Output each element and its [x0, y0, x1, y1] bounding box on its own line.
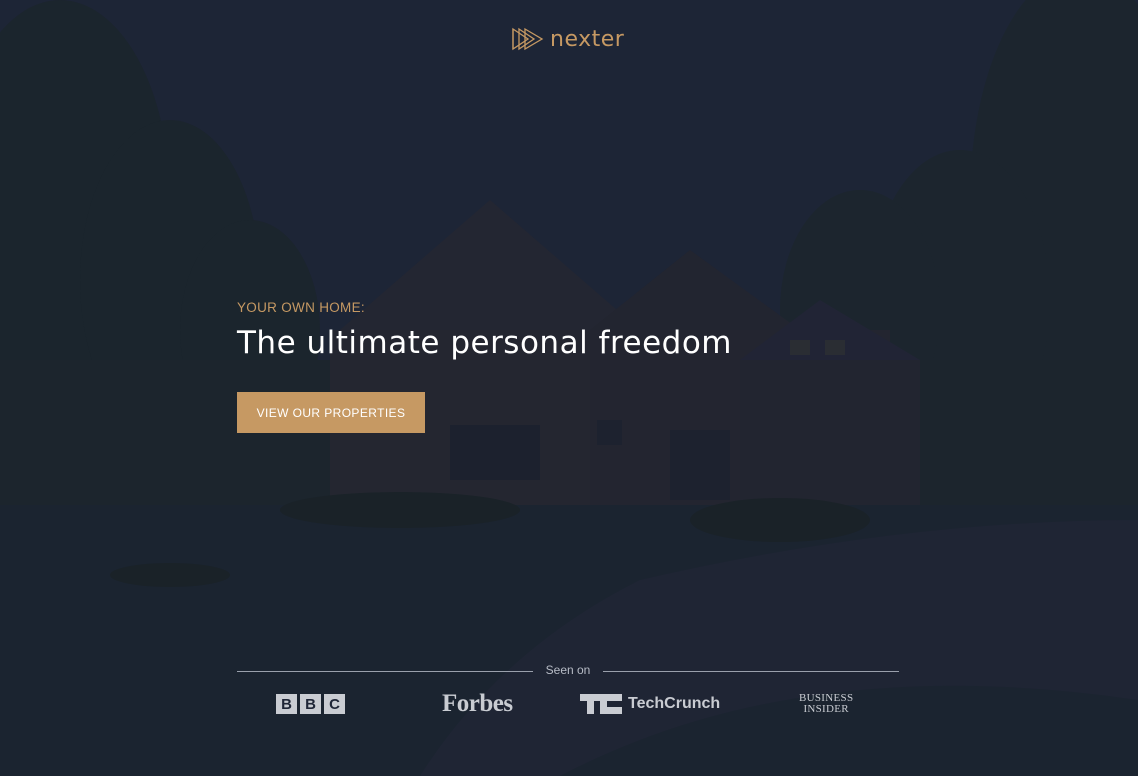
business-insider-line: INSIDER [803, 703, 849, 715]
divider-line-right [603, 671, 899, 672]
bbc-logo: B B C [276, 690, 345, 718]
techcrunch-logo: TechCrunch [580, 690, 720, 718]
seen-on-label: Seen on [545, 663, 591, 677]
site-logo[interactable]: nexter [512, 26, 624, 52]
seen-on-divider: Seen on [237, 662, 899, 682]
hero-eyebrow: YOUR OWN HOME: [237, 300, 365, 315]
hero-headline: The ultimate personal freedom [237, 325, 732, 361]
tc-icon [580, 694, 622, 714]
dark-overlay [0, 0, 1138, 776]
business-insider-logo: BUSINESS INSIDER [799, 690, 853, 718]
bbc-letter: B [300, 694, 321, 714]
press-logos: B B C Forbes TechCrunch BUSINESS INSIDER [237, 690, 899, 720]
techcrunch-wordmark: TechCrunch [628, 695, 721, 712]
logo-wordmark: nexter [550, 26, 625, 52]
hero-background [0, 0, 1138, 776]
triple-play-arrow-icon [512, 27, 544, 51]
bbc-letter: B [276, 694, 297, 714]
bbc-letter: C [324, 694, 345, 714]
forbes-logo: Forbes [442, 690, 513, 717]
view-properties-button[interactable]: VIEW OUR PROPERTIES [237, 392, 425, 433]
hero-content: YOUR OWN HOME: The ultimate personal fre… [237, 300, 732, 433]
